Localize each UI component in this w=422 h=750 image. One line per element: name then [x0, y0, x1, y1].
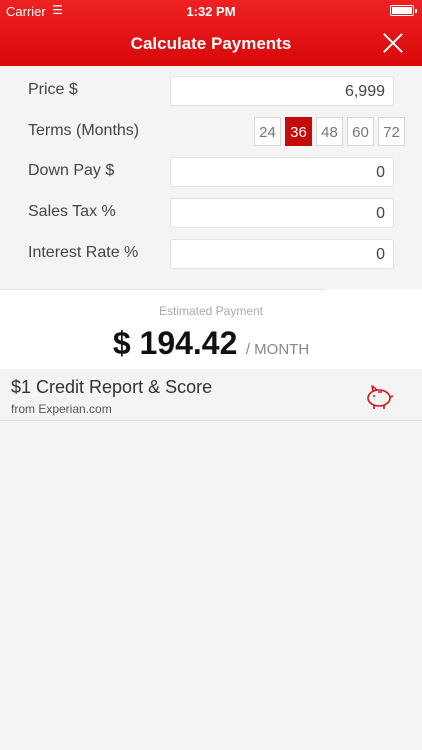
- close-icon[interactable]: [382, 32, 404, 54]
- sales-tax-row: Sales Tax % 0: [0, 193, 422, 233]
- piggy-bank-icon: [367, 385, 394, 409]
- sales-tax-label: Sales Tax %: [28, 203, 116, 220]
- term-option-24[interactable]: 24: [254, 117, 281, 146]
- down-pay-input[interactable]: 0: [170, 157, 394, 187]
- offer-title: $1 Credit Report & Score: [11, 377, 213, 397]
- terms-label: Terms (Months): [28, 122, 140, 139]
- terms-row: Terms (Months) 24 36 48 60 72: [0, 112, 422, 152]
- down-pay-label: Down Pay $: [28, 162, 115, 179]
- divider: [0, 289, 326, 290]
- page-title: Calculate Payments: [130, 34, 292, 53]
- interest-rate-input[interactable]: 0: [170, 239, 394, 269]
- interest-rate-row: Interest Rate % 0: [0, 234, 422, 274]
- estimate-label: Estimated Payment: [158, 304, 264, 318]
- offer-subtitle: from Experian.com: [11, 402, 112, 416]
- sales-tax-input[interactable]: 0: [170, 198, 394, 228]
- payment-period: / MONTH: [245, 341, 310, 358]
- estimated-payment-panel: Estimated Payment $ 194.42 / MONTH: [0, 289, 422, 369]
- credit-report-offer[interactable]: $1 Credit Report & Score from Experian.c…: [0, 370, 422, 421]
- payment-amount: $ 194.42: [112, 325, 238, 361]
- interest-rate-label: Interest Rate %: [28, 244, 139, 261]
- term-option-60[interactable]: 60: [347, 117, 374, 146]
- term-option-48[interactable]: 48: [316, 117, 343, 146]
- price-row: Price $ 6,999: [0, 71, 422, 111]
- header-bar: Carrier ☰ 1:32 PM Calculate Payments: [0, 0, 422, 66]
- price-label: Price $: [28, 81, 78, 98]
- battery-icon: [390, 5, 417, 16]
- price-input[interactable]: 6,999: [170, 76, 394, 106]
- term-option-36[interactable]: 36: [285, 117, 312, 146]
- term-option-72[interactable]: 72: [378, 117, 405, 146]
- down-pay-row: Down Pay $ 0: [0, 152, 422, 192]
- status-bar: Carrier ☰ 1:32 PM: [0, 0, 422, 22]
- status-time: 1:32 PM: [186, 4, 236, 19]
- estimate-value: $ 194.42 / MONTH: [0, 325, 422, 362]
